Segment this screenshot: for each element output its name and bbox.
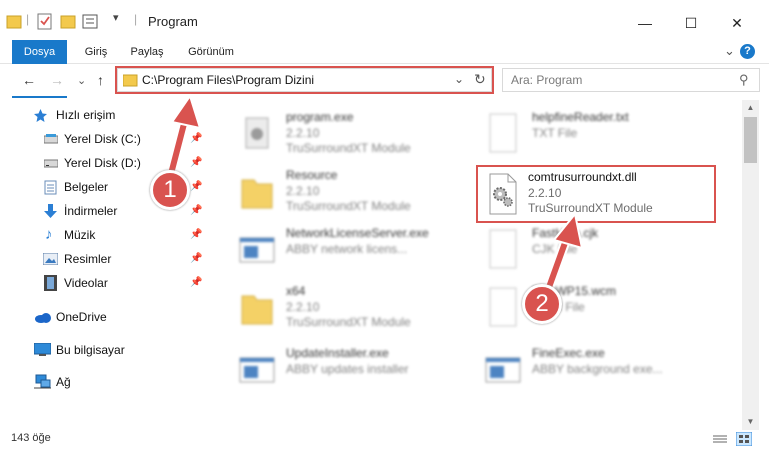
callout-badge-1: 1 [150,170,190,210]
large-icons-view-icon[interactable] [736,432,752,446]
details-view-icon[interactable] [713,434,727,445]
callout-badge-2: 2 [522,284,562,324]
item-count: 143 öğe [11,432,51,444]
annotation-arrows [167,93,584,295]
arrow-2 [543,211,584,295]
arrow-1 [167,93,202,175]
status-bar: 143 öğe [0,432,769,465]
